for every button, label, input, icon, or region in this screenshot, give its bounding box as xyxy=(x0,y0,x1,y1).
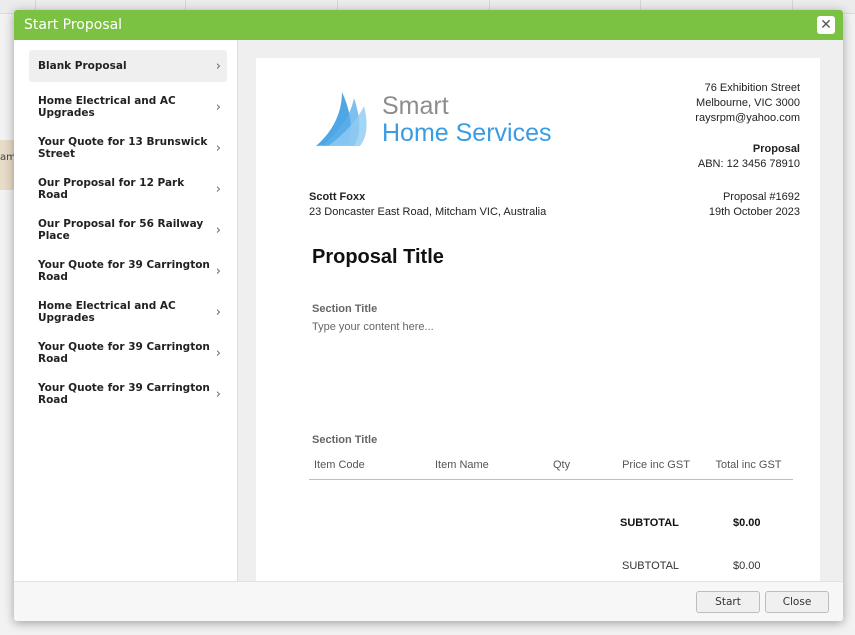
start-proposal-modal: Start Proposal ✕ Blank Proposal › Home E… xyxy=(14,10,843,621)
proposal-document: Smart Home Services 76 Exhibition Street… xyxy=(256,58,820,581)
section-content-placeholder: Type your content here... xyxy=(312,321,434,333)
modal-footer: Start Close xyxy=(14,581,843,621)
template-item-label: Your Quote for 39 Carrington Road xyxy=(38,382,210,406)
items-table: Item Code Item Name Qty Price inc GST To… xyxy=(309,454,793,480)
column-header-price: Price inc GST xyxy=(608,454,704,480)
template-item-label: Our Proposal for 12 Park Road xyxy=(38,177,185,201)
template-item-label: Home Electrical and AC Upgrades xyxy=(38,95,176,119)
column-header-qty: Qty xyxy=(548,454,608,480)
template-item[interactable]: Our Proposal for 56 Railway Place › xyxy=(29,214,227,246)
chevron-right-icon: › xyxy=(215,304,221,320)
abn: ABN: 12 3456 78910 xyxy=(697,158,800,170)
template-item-label: Home Electrical and AC Upgrades xyxy=(38,300,176,324)
template-item[interactable]: Home Electrical and AC Upgrades › xyxy=(29,296,227,328)
chevron-right-icon: › xyxy=(215,222,221,238)
template-item[interactable]: Your Quote for 39 Carrington Road › xyxy=(29,378,227,410)
chevron-right-icon: › xyxy=(215,140,221,156)
column-header-item-name: Item Name xyxy=(430,454,548,480)
close-dialog-button[interactable]: Close xyxy=(765,591,829,613)
company-address: 76 Exhibition Street Melbourne, VIC 3000… xyxy=(695,81,800,126)
subtotal-value: $0.00 xyxy=(733,517,761,529)
items-table-header: Item Code Item Name Qty Price inc GST To… xyxy=(309,454,793,480)
template-item[interactable]: Home Electrical and AC Upgrades › xyxy=(29,91,227,123)
start-button[interactable]: Start xyxy=(696,591,760,613)
subtotal-label: SUBTOTAL xyxy=(620,517,679,529)
template-item-label: Blank Proposal xyxy=(38,60,127,72)
template-item-label: Your Quote for 39 Carrington Road xyxy=(38,341,210,365)
logo-sail-icon xyxy=(316,92,367,146)
chevron-right-icon: › xyxy=(215,345,221,361)
modal-body: Blank Proposal › Home Electrical and AC … xyxy=(14,40,843,581)
logo-text-smart: Smart xyxy=(382,92,449,120)
template-item[interactable]: Your Quote for 39 Carrington Road › xyxy=(29,255,227,287)
company-email: raysrpm@yahoo.com xyxy=(695,112,800,124)
company-address-line: Melbourne, VIC 3000 xyxy=(696,97,800,109)
subtotal-value: $0.00 xyxy=(733,560,761,572)
modal-header: Start Proposal ✕ xyxy=(14,10,843,40)
proposal-date: 19th October 2023 xyxy=(708,206,800,218)
chevron-right-icon: › xyxy=(215,58,221,74)
close-icon: ✕ xyxy=(820,17,832,33)
chevron-right-icon: › xyxy=(215,386,221,402)
column-header-total: Total inc GST xyxy=(704,454,793,480)
close-button[interactable]: ✕ xyxy=(817,16,835,34)
template-item-label: Our Proposal for 56 Railway Place xyxy=(38,218,204,242)
client-name: Scott Foxx xyxy=(309,191,366,203)
proposal-title: Proposal Title xyxy=(312,246,444,268)
document-type-block: Proposal ABN: 12 3456 78910 xyxy=(698,142,800,172)
modal-title: Start Proposal xyxy=(24,17,123,33)
template-item[interactable]: Your Quote for 39 Carrington Road › xyxy=(29,337,227,369)
chevron-right-icon: › xyxy=(215,181,221,197)
column-header-item-code: Item Code xyxy=(309,454,430,480)
proposal-preview-area[interactable]: Smart Home Services 76 Exhibition Street… xyxy=(238,40,843,581)
proposal-meta: Proposal #1692 19th October 2023 xyxy=(709,190,800,220)
template-item-blank-proposal[interactable]: Blank Proposal › xyxy=(29,50,227,82)
template-item[interactable]: Your Quote for 13 Brunswick Street › xyxy=(29,132,227,164)
template-list: Blank Proposal › Home Electrical and AC … xyxy=(14,40,238,581)
client-details: Scott Foxx 23 Doncaster East Road, Mitch… xyxy=(309,190,546,220)
chevron-right-icon: › xyxy=(215,99,221,115)
proposal-number: Proposal #1692 xyxy=(722,191,800,203)
template-item[interactable]: Our Proposal for 12 Park Road › xyxy=(29,173,227,205)
template-item-label: Your Quote for 13 Brunswick Street xyxy=(38,136,208,160)
section-title: Section Title xyxy=(312,303,378,315)
document-type: Proposal xyxy=(752,143,800,155)
company-logo: Smart Home Services xyxy=(314,88,564,150)
company-address-line: 76 Exhibition Street xyxy=(704,82,800,94)
section-title: Section Title xyxy=(312,434,378,446)
logo-text-home-services: Home Services xyxy=(382,119,552,147)
chevron-right-icon: › xyxy=(215,263,221,279)
client-address: 23 Doncaster East Road, Mitcham VIC, Aus… xyxy=(309,206,547,218)
subtotal-label: SUBTOTAL xyxy=(622,560,680,572)
template-item-label: Your Quote for 39 Carrington Road xyxy=(38,259,210,283)
